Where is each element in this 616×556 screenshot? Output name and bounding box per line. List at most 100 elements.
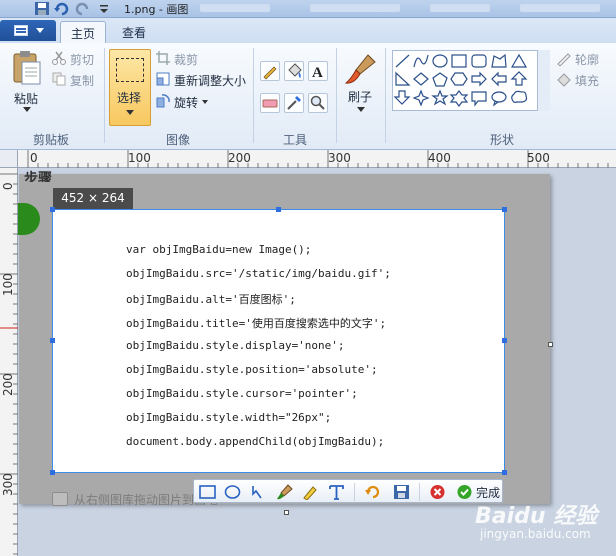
crop-button[interactable]: 裁剪 [174,51,198,68]
group-separator [336,48,337,143]
rect-callout-shape-icon[interactable] [471,91,487,107]
hexagon-shape-icon[interactable] [450,72,468,86]
shapes-gallery-scroll[interactable] [537,50,550,111]
copy-icon[interactable] [52,72,66,86]
code-line: objImgBaidu.style.width="26px"; [126,411,332,424]
pentagon-shape-icon[interactable] [432,72,448,87]
six-point-star-shape-icon[interactable] [449,90,469,107]
outline-button[interactable]: 轮廓 [575,51,599,68]
resize-handle[interactable] [50,207,55,212]
five-point-star-shape-icon[interactable] [431,89,449,106]
rectangle-tool-icon[interactable] [199,484,216,500]
ruler-label: 100 [128,151,151,165]
select-label: 选择 [117,91,142,105]
ellipse-tool-icon[interactable] [224,484,241,500]
blurred-title-region [310,4,400,12]
crop-icon[interactable] [156,51,170,65]
cloud-callout-shape-icon[interactable] [511,90,528,103]
rotate-icon[interactable] [156,94,170,108]
code-line: objImgBaidu.alt='百度图标'; [126,293,296,306]
eraser-tool[interactable] [260,93,280,113]
brush-icon[interactable] [344,52,378,86]
text-tool-icon[interactable] [328,484,345,500]
resize-handle[interactable] [50,338,55,343]
pencil-tool[interactable] [260,61,280,81]
resize-handle[interactable] [502,470,507,475]
cut-button[interactable]: 剪切 [70,51,94,68]
brushes-button[interactable]: 刷子 [348,88,372,105]
tab-home[interactable]: 主页 [60,21,107,43]
left-arrow-shape-icon[interactable] [491,71,507,87]
svg-text:A: A [312,65,323,80]
cancel-icon[interactable] [429,484,446,500]
resize-handle[interactable] [502,207,507,212]
scissors-icon[interactable] [52,51,66,65]
right-arrow-shape-icon[interactable] [471,71,487,87]
group-separator [385,48,386,143]
menu-icon [14,25,28,36]
rounded-rectangle-shape-icon[interactable] [471,54,487,68]
tab-view[interactable]: 查看 [112,21,156,43]
oval-callout-shape-icon[interactable] [491,91,507,107]
undo-icon[interactable] [54,1,70,16]
app-menu-button[interactable] [0,20,56,41]
paste-button[interactable]: 粘贴 [14,90,38,107]
save-icon[interactable] [34,1,50,16]
blurred-title-region [520,4,600,12]
redo-icon[interactable] [74,1,90,16]
chevron-down-icon[interactable] [202,100,208,104]
shapes-grid [393,53,528,107]
chevron-down-icon[interactable] [357,107,365,112]
rotate-button[interactable]: 旋转 [174,94,198,111]
arrow-tool-icon[interactable] [250,484,267,500]
pencil-icon [263,66,277,80]
ruler-label: 100 [1,273,15,296]
diamond-shape-icon[interactable] [413,72,429,86]
triangle-shape-icon[interactable] [510,53,528,68]
polygon-shape-icon[interactable] [491,53,507,68]
down-arrow-shape-icon[interactable] [393,90,411,105]
selection-frame[interactable]: var objImgBaidu=new Image(); objImgBaidu… [52,209,505,473]
copy-button[interactable]: 复制 [70,72,94,89]
chevron-down-icon[interactable] [23,107,31,112]
resize-handle[interactable] [502,338,507,343]
up-arrow-shape-icon[interactable] [510,71,528,86]
canvas-resize-handle[interactable] [284,510,289,515]
customize-quick-access-icon[interactable] [96,1,112,16]
oval-shape-icon[interactable] [432,54,448,68]
checkmark-icon[interactable] [456,484,473,500]
eyedropper-icon [287,96,301,110]
line-shape-icon[interactable] [395,54,410,68]
brush-tool-icon[interactable] [276,484,293,500]
fill-icon[interactable] [556,73,572,87]
canvas-resize-handle[interactable] [548,342,553,347]
resize-icon[interactable] [156,72,170,86]
ribbon: 粘贴 剪切 复制 剪贴板 选择 裁剪 重新调整大小 旋转 图像 A 工具 刷子 [0,43,616,150]
right-triangle-shape-icon[interactable] [395,71,411,86]
save-icon[interactable] [393,484,410,500]
fill-button[interactable]: 填充 [575,72,599,89]
eraser-icon [262,99,278,108]
resize-button[interactable]: 重新调整大小 [174,72,246,89]
highlighter-tool-icon[interactable] [302,484,319,500]
resize-handle[interactable] [50,470,55,475]
select-button[interactable]: 选择 [109,49,151,126]
watermark-url: jingyan.baidu.com [480,527,591,541]
resize-handle[interactable] [276,207,281,212]
color-picker-tool[interactable] [284,93,304,113]
text-tool[interactable]: A [308,61,328,81]
code-line: document.body.appendChild(objImgBaidu); [126,435,385,448]
curve-shape-icon[interactable] [413,54,429,68]
four-point-star-shape-icon[interactable] [412,89,430,107]
paste-icon[interactable] [12,50,42,86]
title-bar: 1.png - 画图 [0,0,616,18]
rectangle-shape-icon[interactable] [451,54,467,68]
fill-tool[interactable] [284,61,304,81]
ruler-label: 200 [228,151,251,165]
text-icon: A [312,65,323,81]
shapes-gallery[interactable] [392,50,550,111]
undo-icon[interactable] [364,484,381,500]
magnifier-tool[interactable] [308,93,328,113]
outline-icon[interactable] [556,52,572,66]
toolbar-separator [354,483,355,501]
